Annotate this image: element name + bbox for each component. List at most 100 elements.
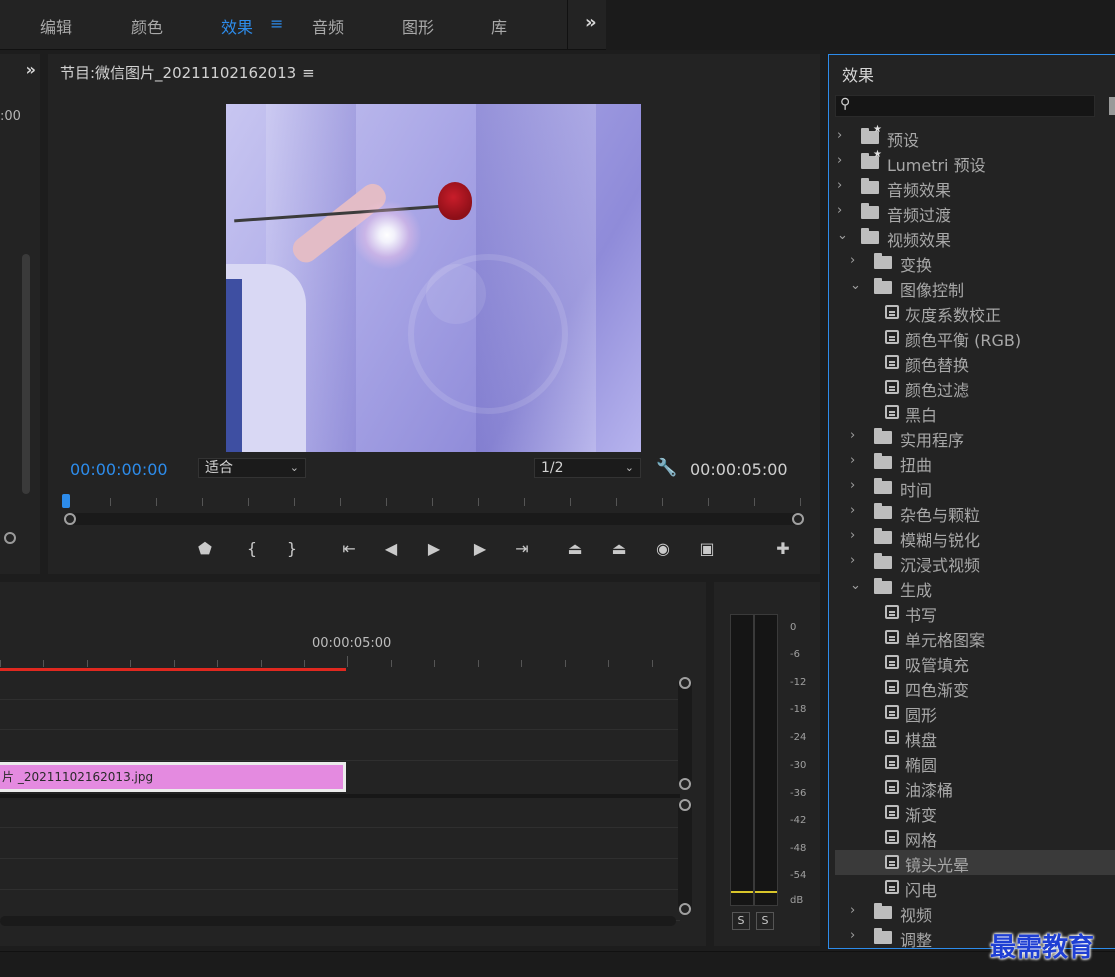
playhead[interactable] bbox=[62, 494, 70, 508]
effect-folder[interactable]: › ★ Lumetri 预设 bbox=[835, 149, 1115, 175]
chevron-right-icon[interactable]: › bbox=[837, 203, 849, 218]
effect-item[interactable]: 单元格图案 bbox=[835, 625, 1115, 650]
timeline-ruler[interactable] bbox=[0, 656, 680, 668]
effect-item[interactable]: 四色渐变 bbox=[835, 675, 1115, 700]
effect-folder[interactable]: ⌄ 视频效果 bbox=[835, 225, 1115, 250]
effect-item[interactable]: 黑白 bbox=[835, 400, 1115, 425]
effect-folder[interactable]: › 杂色与颗粒 bbox=[835, 500, 1115, 525]
step-forward-icon[interactable]: ▶ bbox=[469, 539, 491, 558]
add-marker-icon[interactable]: ⬟ bbox=[194, 539, 216, 558]
effects-search[interactable]: ⚲ bbox=[835, 95, 1095, 117]
zoom-bar-start-handle[interactable] bbox=[64, 513, 76, 525]
solo-right-button[interactable]: S bbox=[756, 912, 774, 930]
chevron-right-icon[interactable]: › bbox=[850, 478, 862, 493]
resolution-dropdown[interactable]: 1/2 ⌄ bbox=[534, 458, 641, 478]
mark-in-icon[interactable]: { bbox=[241, 539, 263, 558]
effect-folder[interactable]: › 音频过渡 bbox=[835, 200, 1115, 225]
step-back-icon[interactable]: ◀ bbox=[380, 539, 402, 558]
zoom-dropdown[interactable]: 适合 ⌄ bbox=[198, 458, 306, 478]
workspace-tab-edit[interactable]: 编辑 bbox=[40, 14, 72, 38]
play-icon[interactable]: ▶ bbox=[423, 539, 445, 558]
effect-folder[interactable]: › 变换 bbox=[835, 250, 1115, 275]
new-bin-icon[interactable] bbox=[1109, 97, 1115, 115]
lift-icon[interactable]: ⏏ bbox=[564, 539, 586, 558]
audio-tracks-scrollbar[interactable] bbox=[678, 800, 692, 912]
audio-track-2[interactable] bbox=[0, 829, 680, 859]
effect-item[interactable]: 颜色过滤 bbox=[835, 375, 1115, 400]
workspace-tab-libraries[interactable]: 库 bbox=[491, 14, 507, 38]
monitor-time-ruler[interactable] bbox=[64, 496, 802, 508]
effect-item[interactable]: 椭圆 bbox=[835, 750, 1115, 775]
effect-item[interactable]: 闪电 bbox=[835, 875, 1115, 900]
effects-panel-title[interactable]: 效果 bbox=[842, 62, 874, 86]
effect-item[interactable]: 棋盘 bbox=[835, 725, 1115, 750]
effect-item[interactable]: 吸管填充 bbox=[835, 650, 1115, 675]
solo-left-button[interactable]: S bbox=[732, 912, 750, 930]
chevron-right-icon[interactable]: › bbox=[850, 503, 862, 518]
timeline-clip[interactable]: 片 _20211102162013.jpg bbox=[0, 762, 346, 792]
chevron-down-icon[interactable]: ⌄ bbox=[850, 278, 862, 293]
effect-item[interactable]: 颜色平衡 (RGB) bbox=[835, 325, 1115, 350]
mark-out-icon[interactable]: } bbox=[281, 539, 303, 558]
timeline-horizontal-scrollbar[interactable] bbox=[0, 916, 676, 926]
effect-item[interactable]: 网格 bbox=[835, 825, 1115, 850]
add-button-icon[interactable]: ✚ bbox=[772, 539, 794, 558]
chevron-right-icon[interactable]: › bbox=[850, 528, 862, 543]
effect-folder[interactable]: › 时间 bbox=[835, 475, 1115, 500]
video-track-1[interactable] bbox=[0, 731, 680, 761]
chevron-right-icon[interactable]: › bbox=[850, 253, 862, 268]
camera-icon[interactable]: ◉ bbox=[652, 539, 674, 558]
audio-track-1[interactable] bbox=[0, 798, 680, 828]
video-frame[interactable] bbox=[226, 104, 641, 452]
chevron-right-icon[interactable]: › bbox=[850, 453, 862, 468]
monitor-zoom-bar[interactable] bbox=[70, 513, 800, 525]
effect-folder[interactable]: ⌄ 图像控制 bbox=[835, 275, 1115, 300]
chevron-right-icon[interactable]: › bbox=[850, 903, 862, 918]
effect-item[interactable]: 圆形 bbox=[835, 700, 1115, 725]
chevron-down-icon[interactable]: ⌄ bbox=[837, 228, 849, 243]
video-track-3[interactable] bbox=[0, 670, 680, 700]
effect-item[interactable]: 油漆桶 bbox=[835, 775, 1115, 800]
chevron-right-icon[interactable]: › bbox=[837, 153, 849, 168]
chevron-right-icon[interactable]: › bbox=[850, 428, 862, 443]
chevron-right-icon[interactable]: › bbox=[837, 128, 849, 143]
scroll-handle-bottom[interactable] bbox=[679, 778, 691, 790]
comparison-view-icon[interactable]: ▣ bbox=[696, 539, 718, 558]
scroll-handle-top[interactable] bbox=[679, 799, 691, 811]
chevron-double-right-icon[interactable]: » bbox=[26, 60, 36, 79]
vertical-scrollbar[interactable] bbox=[22, 254, 30, 494]
chevron-down-icon[interactable]: ⌄ bbox=[850, 578, 862, 593]
chevron-right-icon[interactable]: › bbox=[850, 553, 862, 568]
effect-item[interactable]: 颜色替换 bbox=[835, 350, 1115, 375]
effect-folder[interactable]: › 扭曲 bbox=[835, 450, 1115, 475]
go-to-in-icon[interactable]: ⇤ bbox=[338, 539, 360, 558]
chevron-double-right-icon[interactable]: » bbox=[585, 12, 597, 33]
monitor-title[interactable]: 节目:微信图片_20211102162013 bbox=[60, 64, 296, 82]
video-tracks-scrollbar[interactable] bbox=[678, 678, 692, 786]
zoom-bar-end-handle[interactable] bbox=[792, 513, 804, 525]
effect-folder[interactable]: ⌄ 生成 bbox=[835, 575, 1115, 600]
chevron-right-icon[interactable]: › bbox=[837, 178, 849, 193]
scroll-handle-bottom[interactable] bbox=[679, 903, 691, 915]
zoom-handle[interactable] bbox=[4, 532, 16, 544]
scroll-handle-top[interactable] bbox=[679, 677, 691, 689]
effect-folder[interactable]: › 视频 bbox=[835, 900, 1115, 925]
effect-folder[interactable]: › ★ 预设 bbox=[835, 124, 1115, 150]
extract-icon[interactable]: ⏏ bbox=[608, 539, 630, 558]
effect-item[interactable]: 书写 bbox=[835, 600, 1115, 625]
workspace-tab-graphics[interactable]: 图形 bbox=[402, 14, 434, 38]
effect-folder[interactable]: › 模糊与锐化 bbox=[835, 525, 1115, 550]
current-timecode[interactable]: 00:00:00:00 bbox=[70, 460, 168, 479]
effect-item[interactable]: 渐变 bbox=[835, 800, 1115, 825]
workspace-tab-audio[interactable]: 音频 bbox=[312, 14, 344, 38]
effect-item[interactable]: 镜头光晕 bbox=[835, 850, 1115, 875]
workspace-tab-effects[interactable]: 效果 bbox=[221, 14, 253, 38]
effect-folder[interactable]: › 音频效果 bbox=[835, 175, 1115, 200]
wrench-icon[interactable]: 🔧 bbox=[656, 458, 677, 478]
hamburger-icon[interactable]: ≡ bbox=[270, 14, 283, 33]
chevron-right-icon[interactable]: › bbox=[850, 928, 862, 943]
video-track-2[interactable] bbox=[0, 700, 680, 730]
effect-item[interactable]: 灰度系数校正 bbox=[835, 300, 1115, 325]
effect-folder[interactable]: › 沉浸式视频 bbox=[835, 550, 1115, 575]
go-to-out-icon[interactable]: ⇥ bbox=[511, 539, 533, 558]
